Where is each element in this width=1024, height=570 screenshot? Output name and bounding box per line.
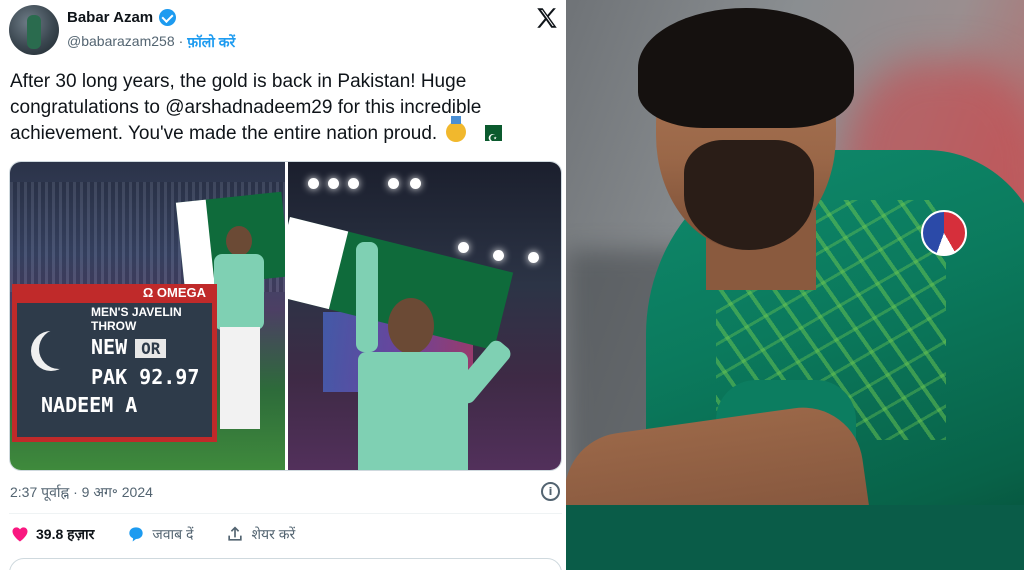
stadium-lights: [288, 172, 561, 263]
tweet-timestamp[interactable]: 2:37 पूर्वाह्न · 9 अग॰ 2024: [10, 483, 153, 502]
verified-badge-icon: [159, 9, 177, 26]
x-logo-icon[interactable]: [534, 5, 560, 31]
team-logo-icon: [921, 210, 967, 256]
pakistan-flag-emoji: [479, 125, 502, 152]
author-handle[interactable]: @babarazam258: [67, 33, 175, 52]
scoreboard-or: OR: [135, 339, 167, 358]
reply-button[interactable]: जवाब दें: [126, 524, 193, 544]
scoreboard-new: NEW: [91, 335, 128, 359]
athlete-head: [388, 298, 434, 354]
info-icon[interactable]: i: [541, 482, 560, 501]
scoreboard-line1: NEW OR: [91, 335, 167, 359]
author-name[interactable]: Babar Azam: [67, 9, 153, 26]
like-count: 39.8 हज़ार: [36, 525, 95, 542]
handle-row: @babarazam258 · फ़ॉलो करें: [67, 33, 235, 52]
tweet-actions: 39.8 हज़ार जवाब दें शेयर करें: [10, 524, 327, 544]
divider: [9, 513, 562, 514]
athlete-body: [358, 352, 468, 470]
athlete-trousers: [220, 327, 260, 429]
tweet-body: After 30 long years, the gold is back in…: [10, 71, 482, 144]
player-beard: [684, 140, 814, 250]
athlete-head: [226, 226, 252, 256]
reply-icon: [129, 527, 143, 542]
separator: ·: [178, 33, 184, 49]
photo-scoreboard[interactable]: Ω OMEGA MEN'S JAVELIN THROW NEW OR PAK 92…: [10, 162, 285, 470]
author-row: Babar Azam: [67, 9, 177, 26]
share-icon: [228, 526, 243, 541]
scoreboard-event: MEN'S JAVELIN THROW: [91, 305, 182, 333]
scoreboard-line3: NADEEM A: [41, 393, 138, 417]
share-label: शेयर करें: [251, 525, 296, 542]
tweet-media[interactable]: Ω OMEGA MEN'S JAVELIN THROW NEW OR PAK 92…: [9, 161, 562, 471]
tweet-card: Babar Azam @babarazam258 · फ़ॉलो करें Af…: [0, 0, 566, 570]
read-replies-button[interactable]: [9, 558, 562, 570]
scoreboard: Ω OMEGA MEN'S JAVELIN THROW NEW OR PAK 92…: [12, 284, 217, 442]
photo-celebration[interactable]: [288, 162, 561, 470]
share-button[interactable]: शेयर करें: [225, 524, 295, 544]
reply-label: जवाब दें: [152, 525, 194, 542]
scoreboard-line2: PAK 92.97: [91, 365, 200, 389]
tweet-text: After 30 long years, the gold is back in…: [10, 69, 560, 152]
gold-medal-emoji: [446, 116, 467, 142]
heart-icon: [12, 527, 28, 542]
follow-button[interactable]: फ़ॉलो करें: [187, 33, 235, 52]
player-pants: [566, 505, 1024, 570]
athlete-body: [214, 254, 264, 330]
athlete-arm-left: [356, 242, 378, 352]
avatar[interactable]: [9, 5, 59, 55]
omega-logo: Ω OMEGA: [17, 285, 212, 303]
crescent-moon-icon: [39, 329, 79, 369]
player-hair: [638, 8, 854, 128]
like-button[interactable]: 39.8 हज़ार: [10, 524, 94, 544]
portrait-photo: [566, 0, 1024, 570]
